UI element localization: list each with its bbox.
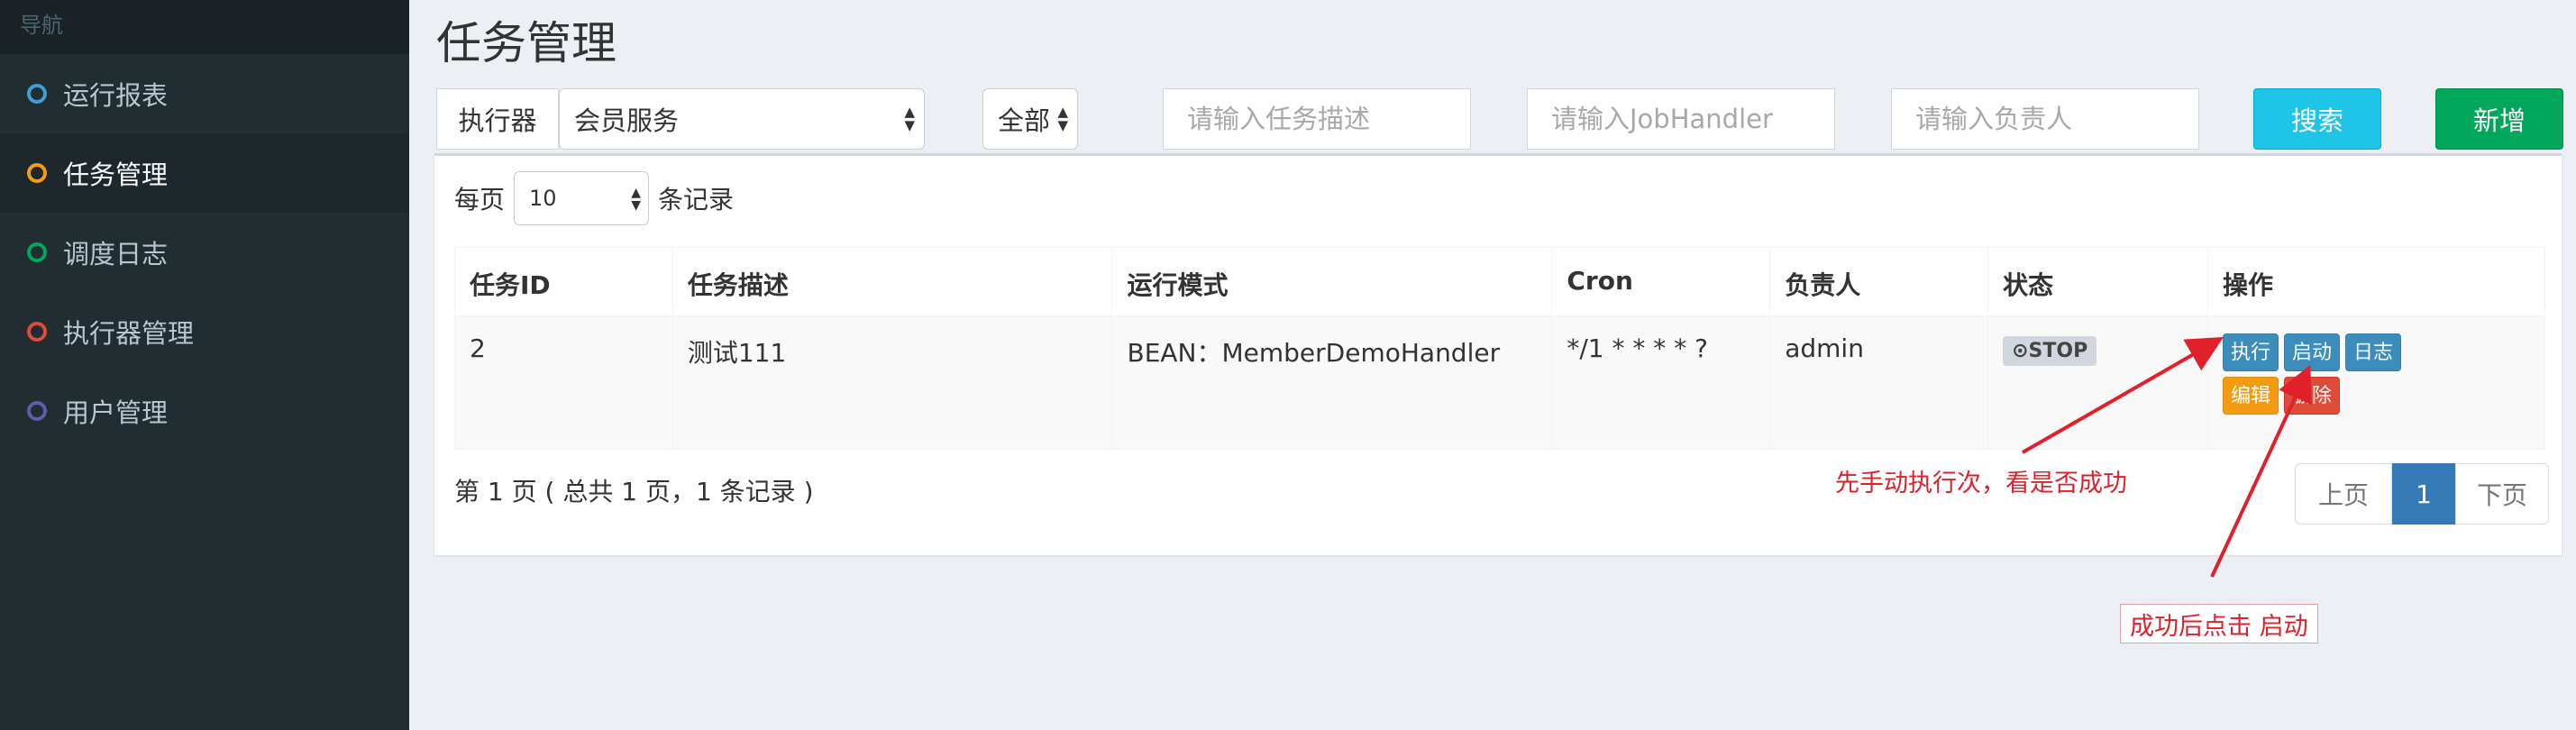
next-page-button[interactable]: 下页 (2455, 463, 2549, 525)
table-header-row: 任务ID 任务描述 运行模式 Cron 负责人 状态 操作 (454, 247, 2545, 317)
executor-addon-label: 执行器 (436, 88, 559, 150)
select-caret-icon: ▲ ▼ (904, 104, 915, 133)
sidebar-item-job-manage[interactable]: 任务管理 (0, 133, 409, 213)
job-handler-input[interactable]: 请输入JobHandler (1527, 88, 1835, 150)
page-size-value: 10 (529, 186, 557, 211)
cron-cell: */1 * * * * ? (1551, 315, 1771, 450)
sidebar-item-executor-manage[interactable]: 执行器管理 (0, 292, 409, 371)
sidebar-item-label: 调度日志 (63, 239, 169, 269)
circle-icon (27, 242, 47, 262)
page-number-button[interactable]: 1 (2392, 463, 2455, 525)
prev-page-button[interactable]: 上页 (2295, 463, 2392, 525)
select-caret-icon: ▲ ▼ (631, 186, 642, 213)
page-size-suffix: 条记录 (658, 185, 735, 214)
sidebar-item-label: 执行器管理 (63, 318, 195, 349)
search-button[interactable]: 搜索 (2253, 88, 2381, 150)
column-header[interactable]: 运行模式 (1111, 247, 1553, 317)
circle-icon (27, 322, 47, 342)
edit-button[interactable]: 编辑 (2223, 376, 2279, 415)
annotation-note-start: 成功后点击 启动 (2120, 604, 2318, 643)
pagination: 上页 1 下页 (2295, 463, 2549, 525)
column-header[interactable]: Cron (1551, 247, 1771, 317)
column-header[interactable]: 状态 (1987, 247, 2209, 317)
circle-icon (27, 163, 47, 183)
job-id-cell: 2 (454, 315, 673, 450)
circle-icon (27, 401, 47, 421)
column-header[interactable]: 负责人 (1769, 247, 1989, 317)
column-header[interactable]: 任务描述 (671, 247, 1113, 317)
sidebar-item-label: 任务管理 (63, 160, 169, 190)
sidebar-item-label: 运行报表 (63, 80, 169, 111)
executor-select[interactable]: 会员服务 ▲ ▼ (559, 88, 925, 150)
status-badge: ⊙STOP (2003, 335, 2097, 366)
author-input[interactable]: 请输入负责人 (1891, 88, 2199, 150)
author-cell: admin (1769, 315, 1989, 450)
status-cell: ⊙STOP (1987, 315, 2209, 450)
nav-header: 导航 (0, 0, 409, 54)
sidebar-item-label: 用户管理 (63, 397, 169, 428)
column-header[interactable]: 任务ID (454, 247, 673, 317)
ops-cell: 执行 启动 日志 编辑 删除 (2207, 315, 2545, 450)
page-size-control: 每页 10 ▲ ▼ 条记录 (454, 171, 734, 225)
trigger-button[interactable]: 执行 (2223, 333, 2279, 371)
sidebar-item-report[interactable]: 运行报表 (0, 54, 409, 133)
circle-icon (27, 84, 47, 104)
sidebar: 导航 运行报表 任务管理 调度日志 执行器管理 用户管理 (0, 0, 409, 730)
nav-header-label: 导航 (20, 13, 63, 38)
job-table: 任务ID 任务描述 运行模式 Cron 负责人 状态 操作 2 测试111 BE… (454, 247, 2545, 450)
job-desc-input[interactable]: 请输入任务描述 (1163, 88, 1471, 150)
page-size-select[interactable]: 10 ▲ ▼ (514, 171, 650, 225)
pagination-info: 第 1 页 ( 总共 1 页，1 条记录 ) (454, 477, 814, 506)
sidebar-item-schedule-log[interactable]: 调度日志 (0, 213, 409, 292)
page-size-prefix: 每页 (454, 185, 506, 214)
column-header: 操作 (2207, 247, 2545, 317)
executor-select-value: 会员服务 (574, 105, 680, 136)
run-mode-cell: BEAN：MemberDemoHandler (1111, 315, 1553, 450)
add-job-button[interactable]: 新增 (2435, 88, 2563, 150)
status-select-value: 全部 (998, 105, 1051, 136)
job-desc-cell: 测试111 (671, 315, 1113, 450)
table-row: 2 测试111 BEAN：MemberDemoHandler */1 * * *… (454, 315, 2545, 450)
select-caret-icon: ▲ ▼ (1057, 104, 1068, 133)
page-title: 任务管理 (436, 17, 617, 69)
status-select[interactable]: 全部 ▲ ▼ (982, 88, 1078, 150)
annotation-note-trigger: 先手动执行次，看是否成功 (1835, 470, 2127, 497)
log-button[interactable]: 日志 (2345, 333, 2402, 371)
sidebar-item-user-manage[interactable]: 用户管理 (0, 371, 409, 451)
delete-button[interactable]: 删除 (2284, 376, 2341, 415)
start-button[interactable]: 启动 (2284, 333, 2341, 371)
